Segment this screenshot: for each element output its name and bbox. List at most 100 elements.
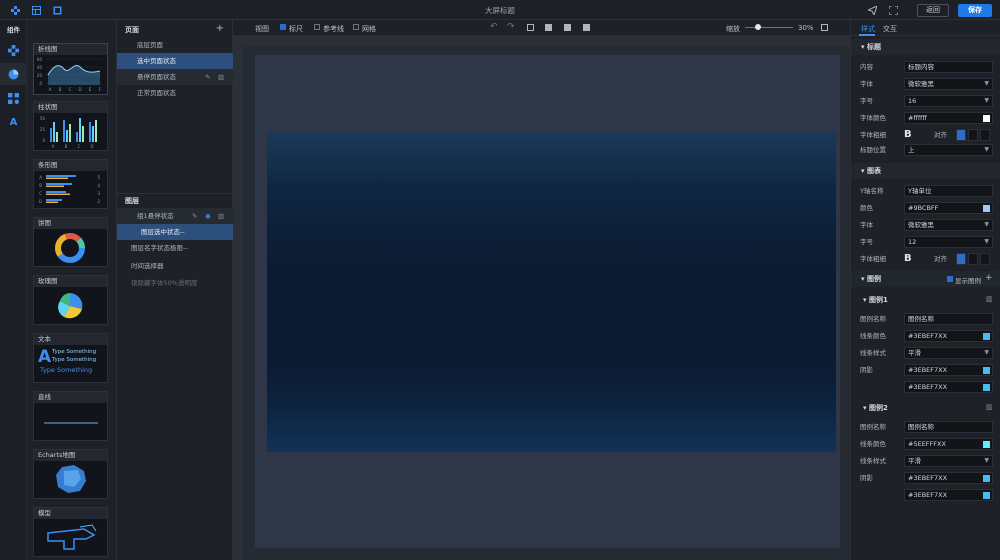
component-card[interactable]: 柱状图 50 25 0 A B C D <box>33 101 108 151</box>
page-row-selected[interactable]: 选中页面状态 <box>117 53 233 69</box>
component-card[interactable]: 文本 A Type Something Type Something Type … <box>33 333 108 383</box>
bold-toggle[interactable]: B <box>904 253 912 264</box>
title-color-input[interactable]: #ffffff <box>904 112 993 124</box>
legend2-color-input[interactable]: #5EEFFFXX <box>904 438 993 450</box>
y-axis-name-input[interactable]: Y轴单位 <box>904 185 993 197</box>
fullscreen-canvas-icon[interactable] <box>821 24 828 31</box>
tick-label: B <box>65 144 68 149</box>
align-center-button[interactable] <box>968 129 978 141</box>
align-left-button[interactable] <box>956 253 966 265</box>
edit-icon[interactable]: ✎ <box>205 69 210 85</box>
page-row[interactable]: 正常页面状态 <box>117 85 233 101</box>
rail-media-icon[interactable] <box>0 87 27 109</box>
fullscreen-icon[interactable] <box>888 5 898 15</box>
tick-label: 0 <box>39 81 42 86</box>
title-position-select[interactable]: 上 ▼ <box>904 144 993 156</box>
ruler-checkbox[interactable] <box>280 24 286 30</box>
color-swatch[interactable] <box>983 441 990 448</box>
delete-icon[interactable]: ▥ <box>986 403 993 411</box>
add-page-icon[interactable]: + <box>216 23 224 34</box>
layer-order-icon[interactable] <box>545 24 552 31</box>
distribute-icon[interactable] <box>583 24 590 31</box>
title-section-header[interactable]: ▾ 标题 <box>851 39 1000 55</box>
card-label: 条形图 <box>34 160 107 171</box>
chart-section-header[interactable]: ▾ 图表 <box>851 163 1000 179</box>
align-icon[interactable] <box>564 24 571 31</box>
legend1-header[interactable]: ▾ 图例1 <box>851 292 1000 308</box>
page-row[interactable]: 底层页面 <box>117 37 233 53</box>
title-font-select[interactable]: 微软雅黑 ▼ <box>904 78 993 90</box>
zoom-slider-handle[interactable] <box>755 24 761 30</box>
redo-icon[interactable]: ↷ <box>507 22 515 32</box>
legend1-shadow-input[interactable]: #3EBEF7XX <box>904 381 993 393</box>
legend2-name-input[interactable]: 图例名称 <box>904 421 993 433</box>
component-card[interactable]: 直线 <box>33 391 108 441</box>
visibility-icon[interactable]: ◉ <box>205 208 211 224</box>
rose-chart-icon <box>34 287 107 324</box>
legend1-name-input[interactable]: 图例名称 <box>904 313 993 325</box>
title-size-select[interactable]: 16 ▼ <box>904 95 993 107</box>
color-swatch[interactable] <box>983 205 990 212</box>
guides-checkbox[interactable] <box>314 24 320 30</box>
bar-mark <box>46 201 58 203</box>
color-swatch[interactable] <box>983 367 990 374</box>
component-card[interactable]: 条形图 ABCD 5 4 3 2 <box>33 159 108 209</box>
edit-icon[interactable]: ✎ <box>192 208 197 224</box>
component-card[interactable]: 饼图 <box>33 217 108 267</box>
page-row-hover[interactable]: 悬停页面状态 ✎ ▥ <box>117 69 233 85</box>
component-card[interactable]: 玫瑰图 <box>33 275 108 325</box>
fit-icon[interactable] <box>527 24 534 31</box>
undo-icon[interactable]: ↶ <box>490 22 498 32</box>
chart-color-input[interactable]: #9BCBFF <box>904 202 993 214</box>
layer-row[interactable]: 时间选择器 <box>117 258 233 274</box>
legend1-style-select[interactable]: 平滑 ▼ <box>904 347 993 359</box>
color-swatch[interactable] <box>983 333 990 340</box>
layer-row-hover[interactable]: 组1悬停状态 ✎ ◉ ▥ <box>117 208 233 224</box>
bold-toggle[interactable]: B <box>904 129 912 140</box>
align-left-button[interactable] <box>956 129 966 141</box>
legend1-color-input[interactable]: #3EBEF7XX <box>904 330 993 342</box>
zoom-slider-track[interactable] <box>745 27 793 28</box>
layer-row[interactable]: 图层名字状态极限-- <box>117 240 233 256</box>
add-legend-icon[interactable]: + <box>985 273 993 283</box>
layer-row-locked[interactable]: 锁隐藏字体50%透明度 <box>117 275 233 291</box>
delete-icon[interactable]: ▥ <box>986 295 993 303</box>
align-center-button[interactable] <box>968 253 978 265</box>
component-card[interactable]: 模型 <box>33 507 108 557</box>
legend2-shadow-input[interactable]: #3EBEF7XX <box>904 472 993 484</box>
bar-mark <box>92 126 94 142</box>
back-button[interactable]: 返回 <box>917 4 949 17</box>
rail-chart-icon[interactable] <box>0 63 27 85</box>
legend2-shadow-input[interactable]: #3EBEF7XX <box>904 489 993 501</box>
tick-label: A <box>39 175 42 180</box>
send-icon[interactable] <box>867 5 877 15</box>
title-content-input[interactable]: 标题内容 <box>904 61 993 73</box>
chart-font-select[interactable]: 微软雅黑 ▼ <box>904 219 993 231</box>
tab-interaction[interactable]: 交互 <box>883 24 897 34</box>
dashboard-background[interactable] <box>267 132 836 452</box>
grid-checkbox[interactable] <box>353 24 359 30</box>
color-swatch[interactable] <box>983 492 990 499</box>
color-swatch[interactable] <box>983 115 990 122</box>
legend2-style-select[interactable]: 平滑 ▼ <box>904 455 993 467</box>
component-card[interactable]: Echarts地图 <box>33 449 108 499</box>
component-card[interactable]: 折线图 60 40 20 0 A B C D E F <box>33 43 108 95</box>
align-right-button[interactable] <box>980 129 990 141</box>
color-swatch[interactable] <box>983 384 990 391</box>
delete-icon[interactable]: ▥ <box>218 208 224 224</box>
save-button[interactable]: 保存 <box>958 4 992 17</box>
color-swatch[interactable] <box>983 475 990 482</box>
rail-components-icon[interactable] <box>0 39 27 61</box>
rail-text-icon[interactable]: A <box>0 111 27 133</box>
legend2-header[interactable]: ▾ 图例2 <box>851 400 1000 416</box>
legend1-shadow-input[interactable]: #3EBEF7XX <box>904 364 993 376</box>
align-right-button[interactable] <box>980 253 990 265</box>
legend-toggle-checkbox[interactable] <box>947 276 953 282</box>
tab-style[interactable]: 样式 <box>861 24 875 34</box>
bar-mark <box>46 191 66 193</box>
layer-row-selected[interactable]: 图层选中状态-- <box>117 224 233 240</box>
chart-size-select[interactable]: 12 ▼ <box>904 236 993 248</box>
delete-icon[interactable]: ▥ <box>218 69 224 85</box>
chevron-down-icon: ▼ <box>984 349 989 356</box>
component-list: 折线图 60 40 20 0 A B C D E F 柱状图 50 25 0 A B C D 条形图 ABCD… <box>27 20 117 560</box>
